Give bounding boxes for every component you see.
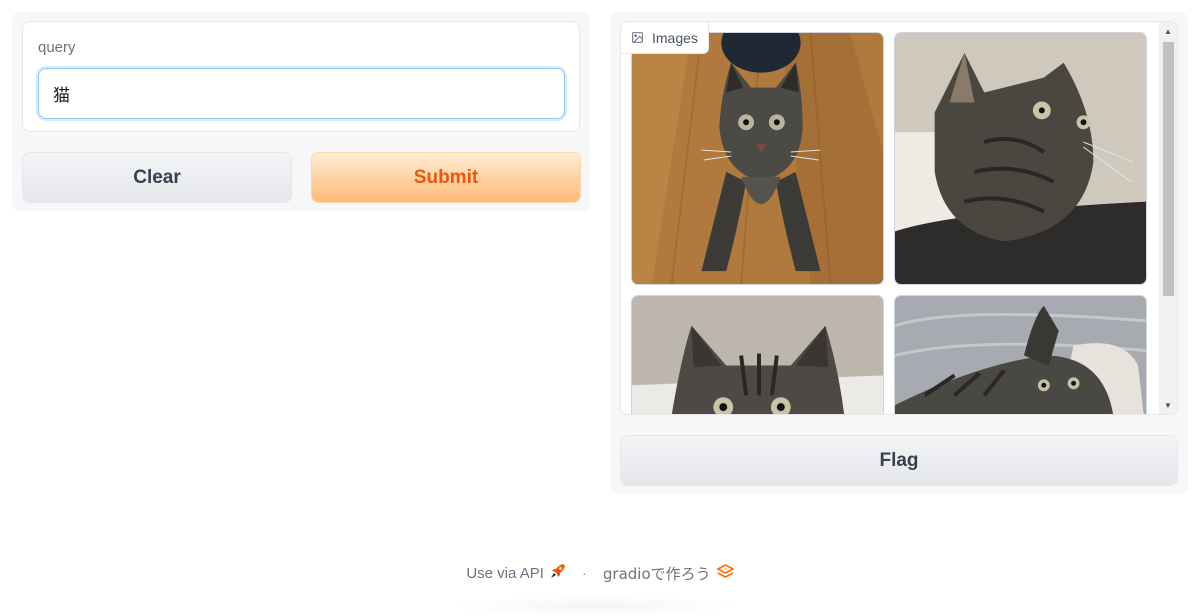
footer-decoration — [450, 596, 740, 616]
gallery-thumbnail-1[interactable] — [631, 32, 884, 285]
scroll-down-arrow-icon[interactable]: ▼ — [1159, 396, 1177, 414]
clear-button[interactable]: Clear — [22, 152, 292, 203]
gallery-grid — [631, 32, 1147, 414]
output-panel: Images ▲ ▼ Flag — [610, 12, 1188, 494]
built-with-gradio-text: gradioで作ろう — [602, 564, 711, 583]
footer: Use via API · gradioで作ろう — [0, 561, 1200, 585]
built-with-gradio-link[interactable]: gradioで作ろう — [602, 563, 735, 584]
query-input[interactable] — [38, 68, 565, 119]
gallery-scrollbar[interactable]: ▲ ▼ — [1159, 22, 1177, 414]
gallery-label: Images — [621, 22, 709, 54]
gallery-label-text: Images — [652, 29, 698, 46]
gradio-logo-icon — [715, 563, 735, 582]
gallery-thumbnail-3[interactable] — [631, 295, 884, 414]
cat-photo-2 — [895, 33, 1146, 284]
gallery-thumbnail-2[interactable] — [894, 32, 1147, 285]
gallery-thumbnail-4[interactable] — [894, 295, 1147, 414]
use-via-api-link[interactable]: Use via API — [466, 563, 566, 583]
scrollbar-thumb[interactable] — [1163, 42, 1174, 296]
rocket-icon — [550, 563, 566, 583]
submit-button[interactable]: Submit — [311, 152, 581, 203]
query-textbox-block: query — [22, 21, 580, 132]
cat-photo-4 — [895, 296, 1146, 414]
cat-photo-3 — [632, 296, 883, 414]
query-label: query — [38, 39, 76, 56]
use-via-api-text: Use via API — [466, 564, 544, 582]
image-icon — [631, 31, 644, 44]
cat-photo-1 — [632, 33, 883, 284]
flag-button[interactable]: Flag — [620, 435, 1178, 486]
input-panel: query Clear Submit — [12, 12, 590, 211]
footer-separator: · — [581, 564, 587, 582]
image-gallery: Images ▲ ▼ — [620, 21, 1178, 415]
app-root: query Clear Submit Images — [0, 0, 1200, 616]
scroll-up-arrow-icon[interactable]: ▲ — [1159, 22, 1177, 40]
